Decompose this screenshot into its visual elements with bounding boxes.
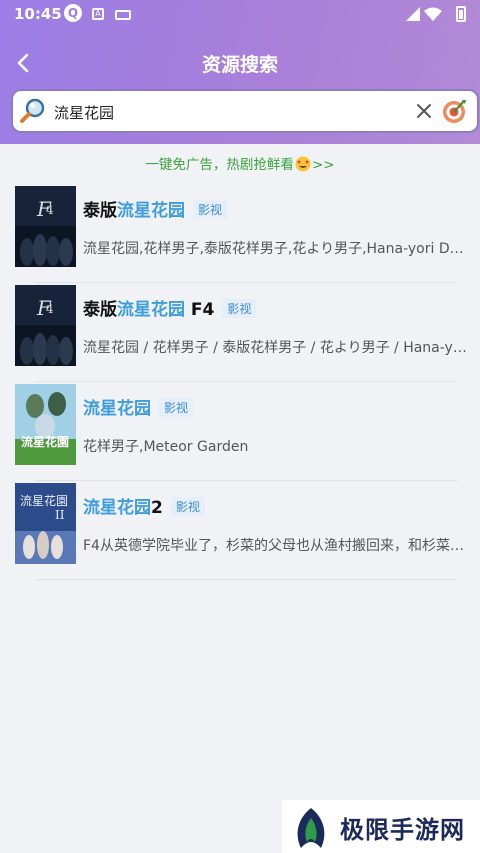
results-list: F 4 泰版流星花园 影视 流星花园,花样男子,泰版花样男子,花より男子,Hana… (0, 184, 480, 580)
result-description: 流星花园,花样男子,泰版花样男子,花より男子,Hana-yori Dango (83, 241, 469, 257)
category-tag: 影视 (222, 299, 257, 318)
category-tag: 影视 (170, 497, 205, 516)
target-search-icon[interactable] (441, 98, 467, 124)
svg-text:流星花園: 流星花園 (21, 434, 69, 449)
result-item[interactable]: 流星花園 流星花园 影视 花样男子,Meteor Garden (0, 382, 480, 481)
top-bar: 资源搜索 (0, 40, 480, 86)
poster-thumbnail: 流星花園 (15, 384, 76, 465)
svg-text:4: 4 (46, 203, 54, 217)
svg-text:4: 4 (46, 302, 54, 316)
ad-text: 一键免广告，热剧抢鲜看 (145, 157, 294, 173)
battery-icon (456, 6, 466, 22)
poster-thumbnail: F 4 (15, 285, 76, 366)
wifi-icon (424, 7, 442, 21)
svg-text:II: II (55, 508, 65, 522)
poster-thumbnail: F 4 (15, 186, 76, 267)
search-input[interactable]: 流星花园 (54, 102, 114, 123)
keyboard-icon (115, 10, 131, 20)
remove-ads-link[interactable]: 一键免广告，热剧抢鲜看 >> (0, 153, 480, 173)
divider (35, 579, 458, 580)
category-tag: 影视 (159, 398, 194, 417)
category-tag: 影视 (193, 200, 228, 219)
clear-icon[interactable] (413, 100, 435, 122)
poster-thumbnail: 流星花園 II (15, 483, 76, 564)
page-title: 资源搜索 (201, 54, 278, 76)
heart-eyes-emoji-icon (295, 156, 311, 172)
result-description: F4从英德学院毕业了，杉菜的父母也从渔村搬回来，和杉菜一起生活 (83, 538, 469, 554)
status-bar: 10:45 Q A (0, 0, 480, 30)
watermark: 极限手游网 (282, 800, 480, 853)
result-title: 流星花园 影视 (83, 394, 194, 419)
watermark-text: 极限手游网 (340, 815, 465, 844)
result-item[interactable]: 流星花園 II 流星花园2 影视 F4从英德学院毕业了，杉菜的父母也从渔村搬回来，… (0, 481, 480, 580)
site-logo-icon (297, 808, 325, 848)
result-description: 流星花园 / 花样男子 / 泰版花样男子 / 花より男子 / Hana-yori… (83, 340, 469, 356)
signal-icon (406, 7, 420, 21)
result-item[interactable]: F 4 泰版流星花园 影视 流星花园,花样男子,泰版花样男子,花より男子,Hana… (0, 184, 480, 283)
status-time: 10:45 (14, 5, 62, 23)
search-icon (20, 98, 45, 123)
result-title: 泰版流星花园 F4 影视 (83, 295, 257, 320)
ad-arrow: >> (311, 157, 335, 173)
q-app-icon: Q (64, 4, 82, 22)
result-title: 流星花园2 影视 (83, 493, 205, 518)
svg-text:流星花園: 流星花園 (20, 493, 68, 508)
search-bar[interactable]: 流星花园 (11, 89, 479, 133)
a-app-icon: A (92, 8, 104, 20)
result-item[interactable]: F 4 泰版流星花园 F4 影视 流星花园 / 花样男子 / 泰版花样男子 / 花… (0, 283, 480, 382)
result-description: 花样男子,Meteor Garden (83, 439, 249, 455)
result-title: 泰版流星花园 影视 (83, 196, 228, 221)
